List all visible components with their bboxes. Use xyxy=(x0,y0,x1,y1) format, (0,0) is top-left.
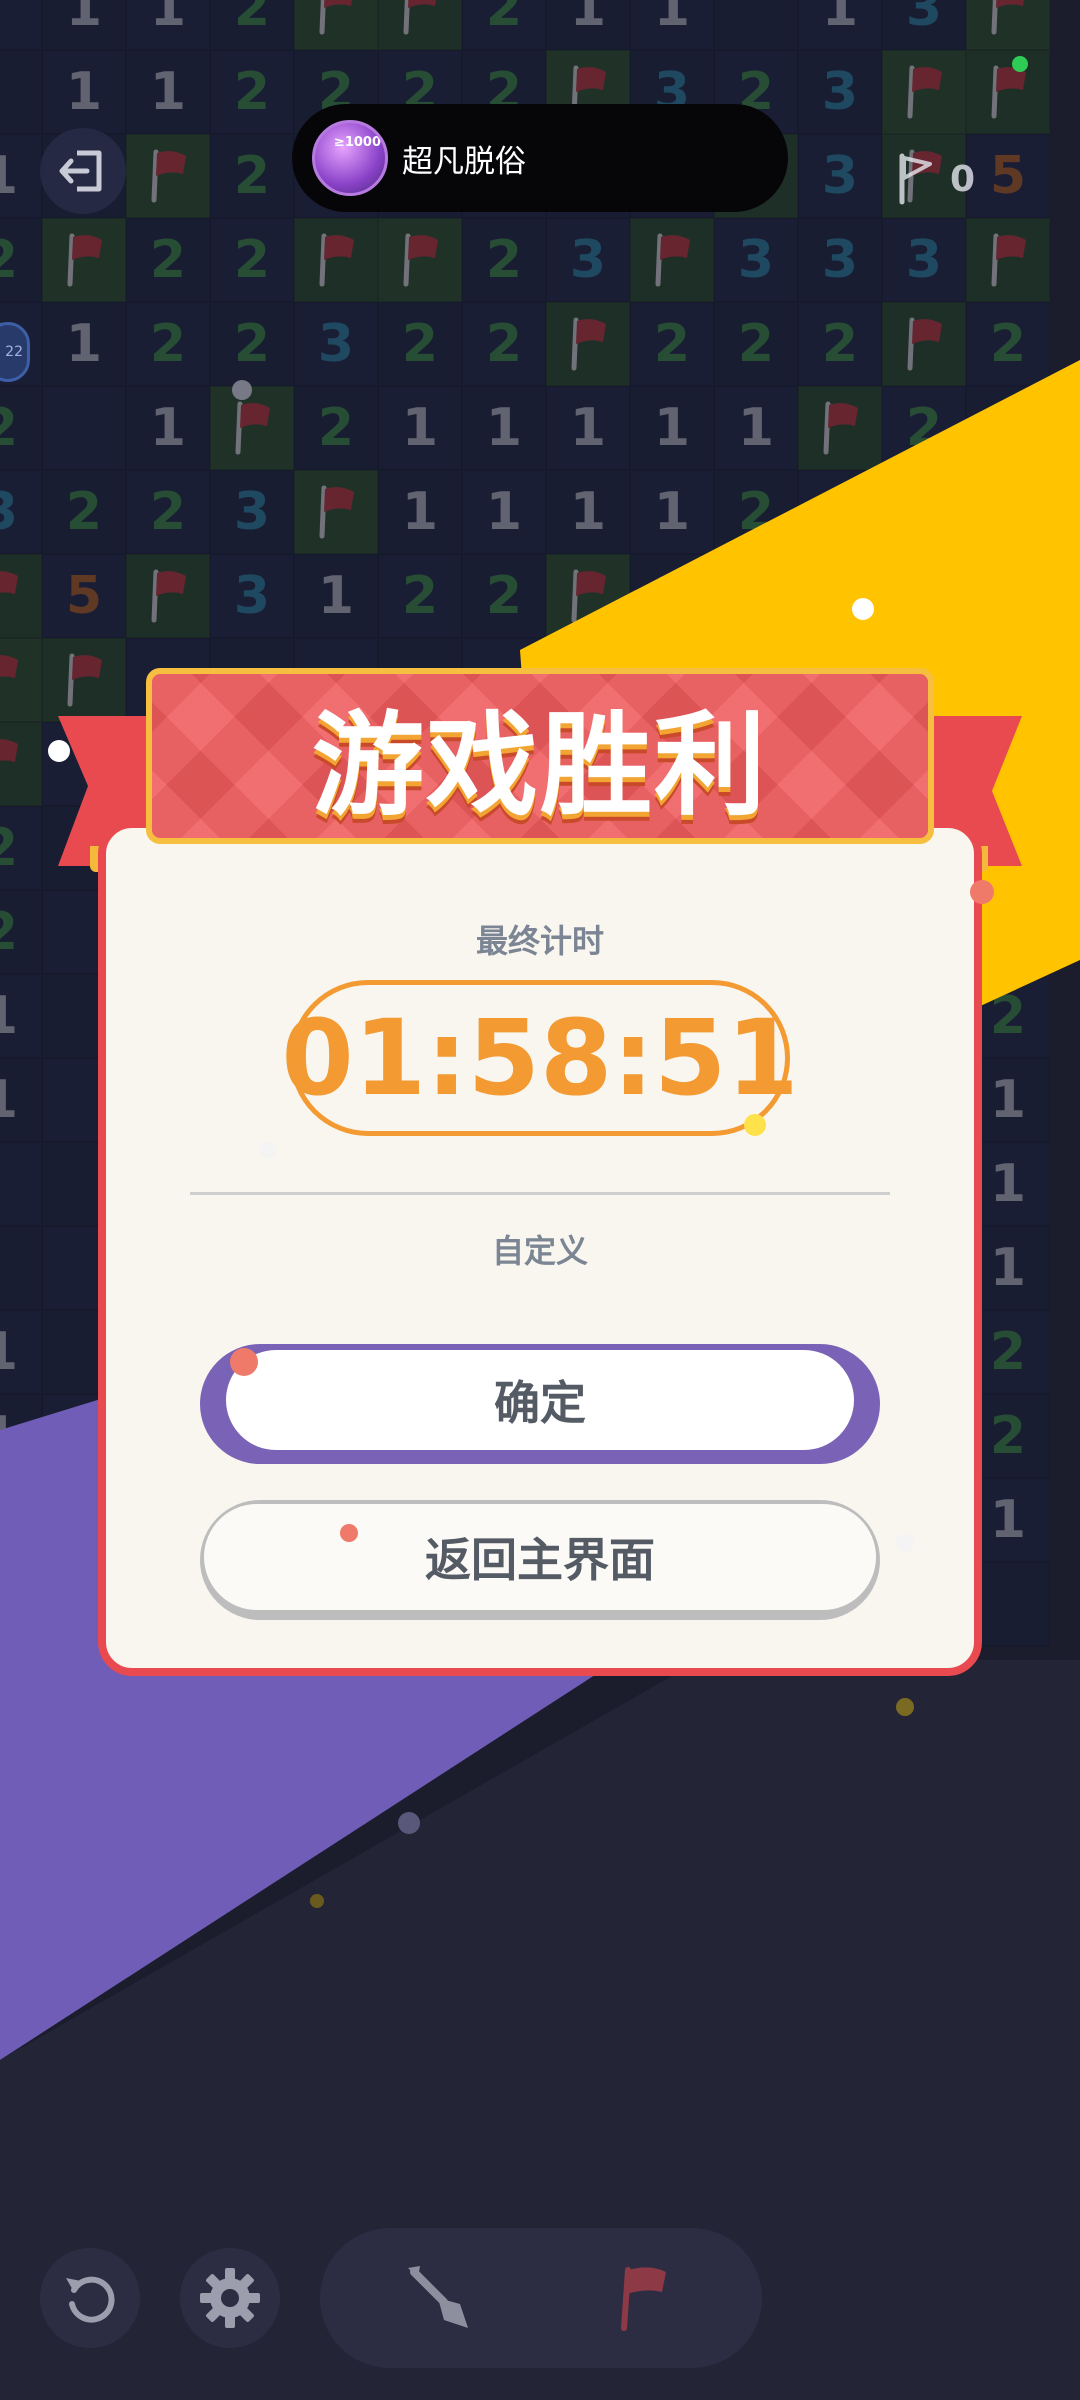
confetti xyxy=(232,380,252,400)
back-to-home-label: 返回主界面 xyxy=(204,1504,876,1610)
player-name: 超凡脱俗 xyxy=(402,143,526,180)
flag-icon xyxy=(621,2267,666,2331)
confirm-button-label: 确定 xyxy=(226,1350,854,1450)
flag-outline-icon xyxy=(899,153,932,205)
confetti xyxy=(260,1142,276,1158)
tool-selector xyxy=(320,2228,762,2368)
confetti xyxy=(230,1348,258,1376)
flag-counter: 0 xyxy=(896,152,975,206)
side-badge: 22 xyxy=(0,322,30,382)
confirm-button[interactable]: 确定 xyxy=(200,1344,880,1464)
restart-button[interactable] xyxy=(40,2248,140,2348)
player-info: ≥1000 超凡脱俗 xyxy=(292,104,788,212)
confetti xyxy=(1012,56,1028,72)
final-time-value: 01:58:51 xyxy=(281,997,799,1119)
settings-button[interactable] xyxy=(180,2248,280,2348)
difficulty-label: 自定义 xyxy=(491,1232,588,1270)
exit-button[interactable] xyxy=(40,128,126,214)
shovel-icon xyxy=(408,2266,468,2328)
confetti xyxy=(744,1114,766,1136)
divider xyxy=(190,1192,890,1195)
confetti xyxy=(896,1698,914,1716)
confetti xyxy=(398,1812,420,1834)
flag-counter-value: 0 xyxy=(950,158,976,200)
confetti xyxy=(340,1524,358,1542)
confetti xyxy=(896,1534,914,1552)
avatar: ≥1000 xyxy=(312,120,388,196)
final-time-label: 最终计时 xyxy=(475,922,604,960)
final-time-display: 01:58:51 xyxy=(281,980,799,1136)
confetti xyxy=(970,880,994,904)
flag-tool-button[interactable] xyxy=(598,2252,690,2344)
back-to-home-button[interactable]: 返回主界面 xyxy=(200,1500,880,1620)
dialog-banner: 游戏胜利 xyxy=(146,668,934,844)
side-badge-value: 22 xyxy=(5,344,23,360)
confetti xyxy=(310,1894,324,1908)
exit-icon xyxy=(59,150,102,192)
confetti xyxy=(852,598,874,620)
dialog-title: 游戏胜利 xyxy=(312,701,768,831)
gear-icon xyxy=(200,2268,260,2328)
confetti xyxy=(48,740,70,762)
dig-tool-button[interactable] xyxy=(392,2252,484,2344)
avatar-badge: ≥1000 xyxy=(333,135,381,150)
restart-icon xyxy=(66,2276,115,2323)
